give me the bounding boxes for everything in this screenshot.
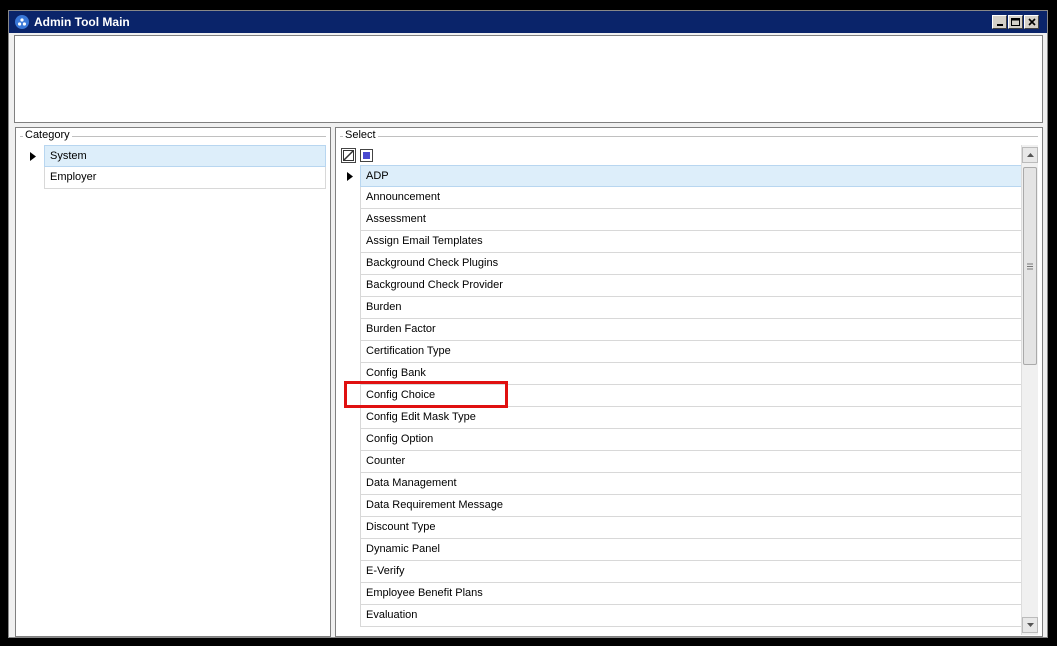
list-item[interactable]: Dynamic Panel — [340, 539, 1022, 561]
grid-body: ADP Announcement Assessment Assign Email… — [340, 165, 1022, 627]
list-item[interactable]: Background Check Provider — [340, 275, 1022, 297]
list-item[interactable]: Evaluation — [340, 605, 1022, 627]
list-item[interactable]: E-Verify — [340, 561, 1022, 583]
scroll-down-button[interactable] — [1022, 617, 1038, 633]
category-item-employer[interactable]: Employer — [22, 167, 326, 189]
list-item-label: Config Choice — [360, 385, 1022, 407]
category-item-label: System — [44, 145, 326, 167]
list-item[interactable]: Burden Factor — [340, 319, 1022, 341]
category-panel: Category System Employer — [15, 127, 331, 637]
window-controls — [991, 15, 1039, 29]
list-item-label: Assessment — [360, 209, 1022, 231]
list-item[interactable]: ADP — [340, 165, 1022, 187]
list-item-label: Burden — [360, 297, 1022, 319]
list-item[interactable]: Employee Benefit Plans — [340, 583, 1022, 605]
list-item[interactable]: Assign Email Templates — [340, 231, 1022, 253]
scroll-thumb[interactable] — [1023, 167, 1037, 365]
list-item[interactable]: Burden — [340, 297, 1022, 319]
window-title: Admin Tool Main — [34, 15, 130, 29]
minimize-icon — [996, 24, 1003, 26]
maximize-button[interactable] — [1008, 15, 1023, 29]
list-item[interactable]: Certification Type — [340, 341, 1022, 363]
list-item-label: E-Verify — [360, 561, 1022, 583]
category-item-system[interactable]: System — [22, 145, 326, 167]
list-item[interactable]: Data Management — [340, 473, 1022, 495]
list-item[interactable]: Assessment — [340, 209, 1022, 231]
list-item-label: Dynamic Panel — [360, 539, 1022, 561]
vertical-scrollbar[interactable] — [1021, 145, 1038, 635]
list-item-label: Burden Factor — [360, 319, 1022, 341]
row-indicator-icon — [340, 165, 360, 187]
arrow-down-icon — [1026, 623, 1034, 627]
category-legend: Category — [23, 129, 72, 141]
list-item[interactable]: Discount Type — [340, 517, 1022, 539]
list-item[interactable]: Data Requirement Message — [340, 495, 1022, 517]
list-item-config-choice[interactable]: Config Choice — [340, 385, 1022, 407]
list-item-label: Counter — [360, 451, 1022, 473]
list-item-label: Config Edit Mask Type — [360, 407, 1022, 429]
select-grid: ADP Announcement Assessment Assign Email… — [340, 145, 1040, 635]
select-legend: Select — [343, 129, 378, 141]
admin-tool-window: Admin Tool Main Category System Employer… — [8, 10, 1048, 638]
list-item-label: Discount Type — [360, 517, 1022, 539]
scroll-up-button[interactable] — [1022, 147, 1038, 163]
list-item[interactable]: Config Bank — [340, 363, 1022, 385]
grip-icon — [1027, 263, 1033, 269]
row-indicator-icon — [22, 145, 44, 167]
list-item[interactable]: Counter — [340, 451, 1022, 473]
select-all-icon — [363, 151, 370, 159]
list-item-label: Data Management — [360, 473, 1022, 495]
list-item-label: Background Check Provider — [360, 275, 1022, 297]
category-list: System Employer — [22, 145, 326, 189]
list-item-label: ADP — [360, 165, 1022, 187]
list-item[interactable]: Announcement — [340, 187, 1022, 209]
list-item-label: Evaluation — [360, 605, 1022, 627]
select-all-button[interactable] — [360, 148, 373, 162]
list-item-label: Employee Benefit Plans — [360, 583, 1022, 605]
title-bar[interactable]: Admin Tool Main — [9, 11, 1047, 33]
list-item[interactable]: Config Edit Mask Type — [340, 407, 1022, 429]
list-item-label: Background Check Plugins — [360, 253, 1022, 275]
list-item-label: Certification Type — [360, 341, 1022, 363]
list-item[interactable]: Background Check Plugins — [340, 253, 1022, 275]
close-icon — [1027, 18, 1036, 26]
list-item-label: Data Requirement Message — [360, 495, 1022, 517]
top-content-area — [14, 35, 1043, 123]
list-item-label: Announcement — [360, 187, 1022, 209]
edit-icon — [343, 149, 354, 161]
app-logo-icon — [15, 15, 29, 29]
list-item-label: Assign Email Templates — [360, 231, 1022, 253]
close-button[interactable] — [1024, 15, 1039, 29]
edit-toggle-button[interactable] — [341, 147, 356, 163]
list-item-label: Config Bank — [360, 363, 1022, 385]
minimize-button[interactable] — [992, 15, 1007, 29]
arrow-up-icon — [1026, 153, 1034, 157]
list-item[interactable]: Config Option — [340, 429, 1022, 451]
grid-header — [340, 145, 1040, 165]
list-item-label: Config Option — [360, 429, 1022, 451]
maximize-icon — [1011, 18, 1020, 26]
category-item-label: Employer — [44, 167, 326, 189]
select-panel: Select ADP Announcement Assessment Assig… — [335, 127, 1043, 637]
